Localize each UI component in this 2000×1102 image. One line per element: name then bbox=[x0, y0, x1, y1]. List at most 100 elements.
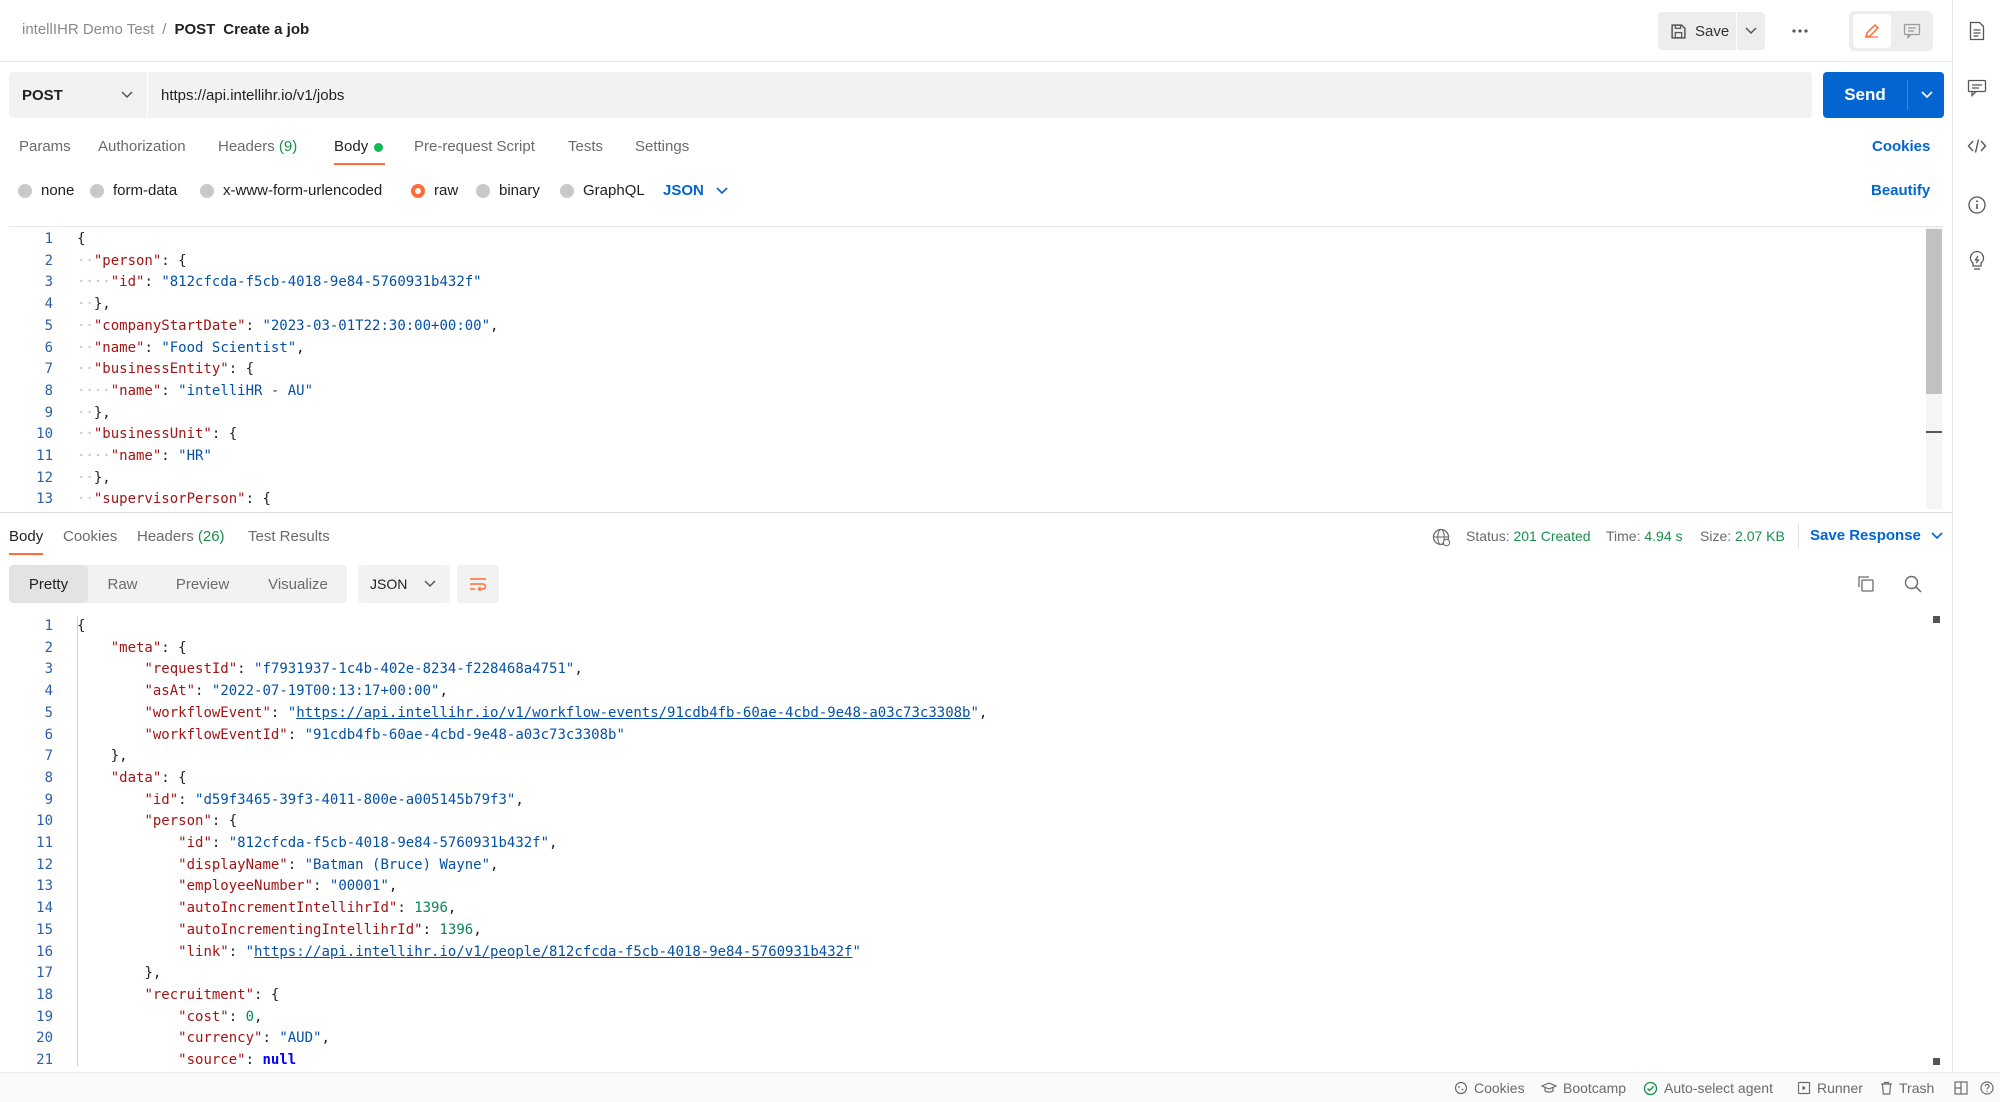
method-select[interactable]: POST bbox=[9, 72, 147, 118]
code-line: ··}, bbox=[77, 404, 111, 421]
code-line: { bbox=[77, 231, 86, 247]
search-icon[interactable] bbox=[1903, 574, 1923, 594]
save-response-button[interactable]: Save Response bbox=[1810, 527, 1943, 544]
line-number: 20 bbox=[36, 1030, 53, 1047]
wrap-lines-button[interactable] bbox=[457, 565, 499, 603]
more-actions-button[interactable] bbox=[1782, 12, 1818, 50]
time-value: 4.94 s bbox=[1644, 528, 1683, 544]
view-preview-button[interactable]: Preview bbox=[164, 565, 241, 603]
code-line: "person": { bbox=[144, 813, 238, 830]
footer-agent-button[interactable]: Auto-select agent bbox=[1643, 1080, 1773, 1096]
radio-label: x-www-form-urlencoded bbox=[223, 182, 383, 199]
footer-runner-button[interactable]: Runner bbox=[1797, 1080, 1863, 1096]
radio-binary[interactable]: binary bbox=[476, 182, 540, 199]
request-body-editor[interactable]: 1 {2 ··"person": {3 ····"id": "812cfcda-f5c… bbox=[9, 227, 1944, 509]
footer-bootcamp-button[interactable]: Bootcamp bbox=[1541, 1080, 1626, 1096]
footer-cookies-button[interactable]: Cookies bbox=[1454, 1080, 1525, 1096]
line-number: 7 bbox=[44, 748, 53, 765]
lightbulb-icon[interactable] bbox=[1966, 250, 1988, 272]
comment-icon bbox=[1903, 23, 1921, 39]
radio-urlencoded[interactable]: x-www-form-urlencoded bbox=[200, 182, 382, 199]
radio-raw[interactable]: raw bbox=[411, 182, 458, 199]
request-name[interactable]: Create a job bbox=[223, 21, 309, 38]
tab-headers-label: Headers bbox=[218, 138, 275, 155]
cookies-link[interactable]: Cookies bbox=[1872, 138, 1930, 155]
line-number: 11 bbox=[36, 835, 53, 851]
url-input[interactable]: https://api.intellihr.io/v1/jobs bbox=[148, 72, 1812, 118]
radio-circle bbox=[18, 183, 32, 198]
response-tab-body[interactable]: Body bbox=[9, 528, 43, 545]
method-value: POST bbox=[22, 86, 63, 104]
response-body-viewer[interactable]: 1 {2 "meta": {3 "requestId": "f7931937-1c… bbox=[9, 614, 1944, 1067]
indent-guide bbox=[77, 616, 78, 1066]
line-number: 21 bbox=[36, 1052, 53, 1067]
copy-icon[interactable] bbox=[1856, 574, 1876, 594]
help-icon[interactable] bbox=[1980, 1081, 1994, 1095]
footer-trash-button[interactable]: Trash bbox=[1880, 1080, 1934, 1096]
response-tab-test-results[interactable]: Test Results bbox=[248, 528, 330, 545]
graduation-cap-icon bbox=[1541, 1081, 1557, 1095]
documentation-icon[interactable] bbox=[1966, 20, 1988, 42]
line-number: 5 bbox=[44, 317, 53, 334]
radio-form-data[interactable]: form-data bbox=[90, 182, 177, 199]
chevron-down-icon bbox=[1920, 91, 1933, 99]
code-line: }, bbox=[144, 965, 162, 982]
breadcrumb-workspace[interactable]: intellIHR Demo Test bbox=[22, 21, 154, 38]
url-value: https://api.intellihr.io/v1/jobs bbox=[161, 86, 345, 104]
right-sidebar bbox=[1952, 0, 2000, 1102]
view-visualize-button[interactable]: Visualize bbox=[254, 565, 342, 603]
save-options-button[interactable] bbox=[1737, 12, 1765, 50]
breadcrumb: intellIHR Demo Test / POST Create a job bbox=[22, 21, 309, 38]
response-tab-cookies[interactable]: Cookies bbox=[63, 528, 117, 545]
tab-pre-request-script[interactable]: Pre-request Script bbox=[414, 138, 535, 155]
status-readout[interactable]: Status: 201 Created bbox=[1466, 528, 1591, 544]
tab-params[interactable]: Params bbox=[19, 138, 71, 155]
code-line: "id": "d59f3465-39f3-4011-800e-a005145b7… bbox=[144, 791, 524, 808]
tab-headers[interactable]: Headers (9) bbox=[218, 138, 297, 155]
view-pretty-button[interactable]: Pretty bbox=[9, 565, 88, 603]
radio-none[interactable]: none bbox=[18, 182, 74, 199]
response-tab-headers[interactable]: Headers (26) bbox=[137, 528, 225, 545]
tab-settings[interactable]: Settings bbox=[635, 138, 689, 155]
line-number: 6 bbox=[44, 726, 53, 743]
line-number: 12 bbox=[36, 469, 53, 486]
trash-icon bbox=[1880, 1081, 1893, 1095]
code-line: "employeeNumber": "00001", bbox=[178, 878, 398, 895]
view-raw-button[interactable]: Raw bbox=[92, 565, 153, 603]
line-number: 2 bbox=[44, 639, 53, 656]
send-options-button[interactable] bbox=[1909, 72, 1944, 118]
radio-label: binary bbox=[499, 182, 540, 199]
radio-label: raw bbox=[434, 182, 459, 199]
code-icon[interactable] bbox=[1966, 135, 1988, 157]
radio-graphql[interactable]: GraphQL bbox=[560, 182, 645, 199]
tab-authorization[interactable]: Authorization bbox=[98, 138, 186, 155]
tab-tests[interactable]: Tests bbox=[568, 138, 603, 155]
size-readout[interactable]: Size: 2.07 KB bbox=[1700, 528, 1785, 544]
edit-mode-button[interactable] bbox=[1853, 14, 1891, 48]
comment-mode-button[interactable] bbox=[1893, 14, 1931, 48]
line-number: 7 bbox=[44, 361, 53, 378]
beautify-button[interactable]: Beautify bbox=[1871, 182, 1930, 199]
code-line: ····"name": "intelliHR - AU" bbox=[77, 382, 314, 399]
footer-agent-label: Auto-select agent bbox=[1664, 1080, 1773, 1096]
globe-icon[interactable] bbox=[1431, 527, 1451, 547]
save-button[interactable]: Save bbox=[1658, 12, 1736, 50]
chevron-down-icon bbox=[121, 91, 133, 99]
raw-format-select[interactable]: JSON bbox=[663, 182, 728, 199]
tab-body[interactable]: Body bbox=[334, 138, 368, 155]
layout-icon[interactable] bbox=[1954, 1081, 1968, 1095]
time-readout[interactable]: Time: 4.94 s bbox=[1606, 528, 1683, 544]
request-editor-scroll-thumb[interactable] bbox=[1926, 229, 1942, 394]
response-format-select[interactable]: JSON bbox=[358, 565, 450, 603]
pane-resize-handle[interactable] bbox=[0, 512, 1952, 513]
status-value: 201 Created bbox=[1513, 528, 1591, 544]
send-button[interactable]: Send bbox=[1823, 72, 1907, 118]
line-number: 14 bbox=[36, 900, 53, 917]
chevron-down-icon bbox=[1931, 531, 1943, 540]
line-number: 9 bbox=[44, 791, 53, 808]
comments-icon[interactable] bbox=[1966, 77, 1988, 99]
info-icon[interactable] bbox=[1966, 194, 1988, 216]
radio-label: form-data bbox=[113, 182, 178, 199]
line-number: 15 bbox=[36, 921, 53, 938]
response-tab-headers-count: (26) bbox=[197, 528, 225, 545]
